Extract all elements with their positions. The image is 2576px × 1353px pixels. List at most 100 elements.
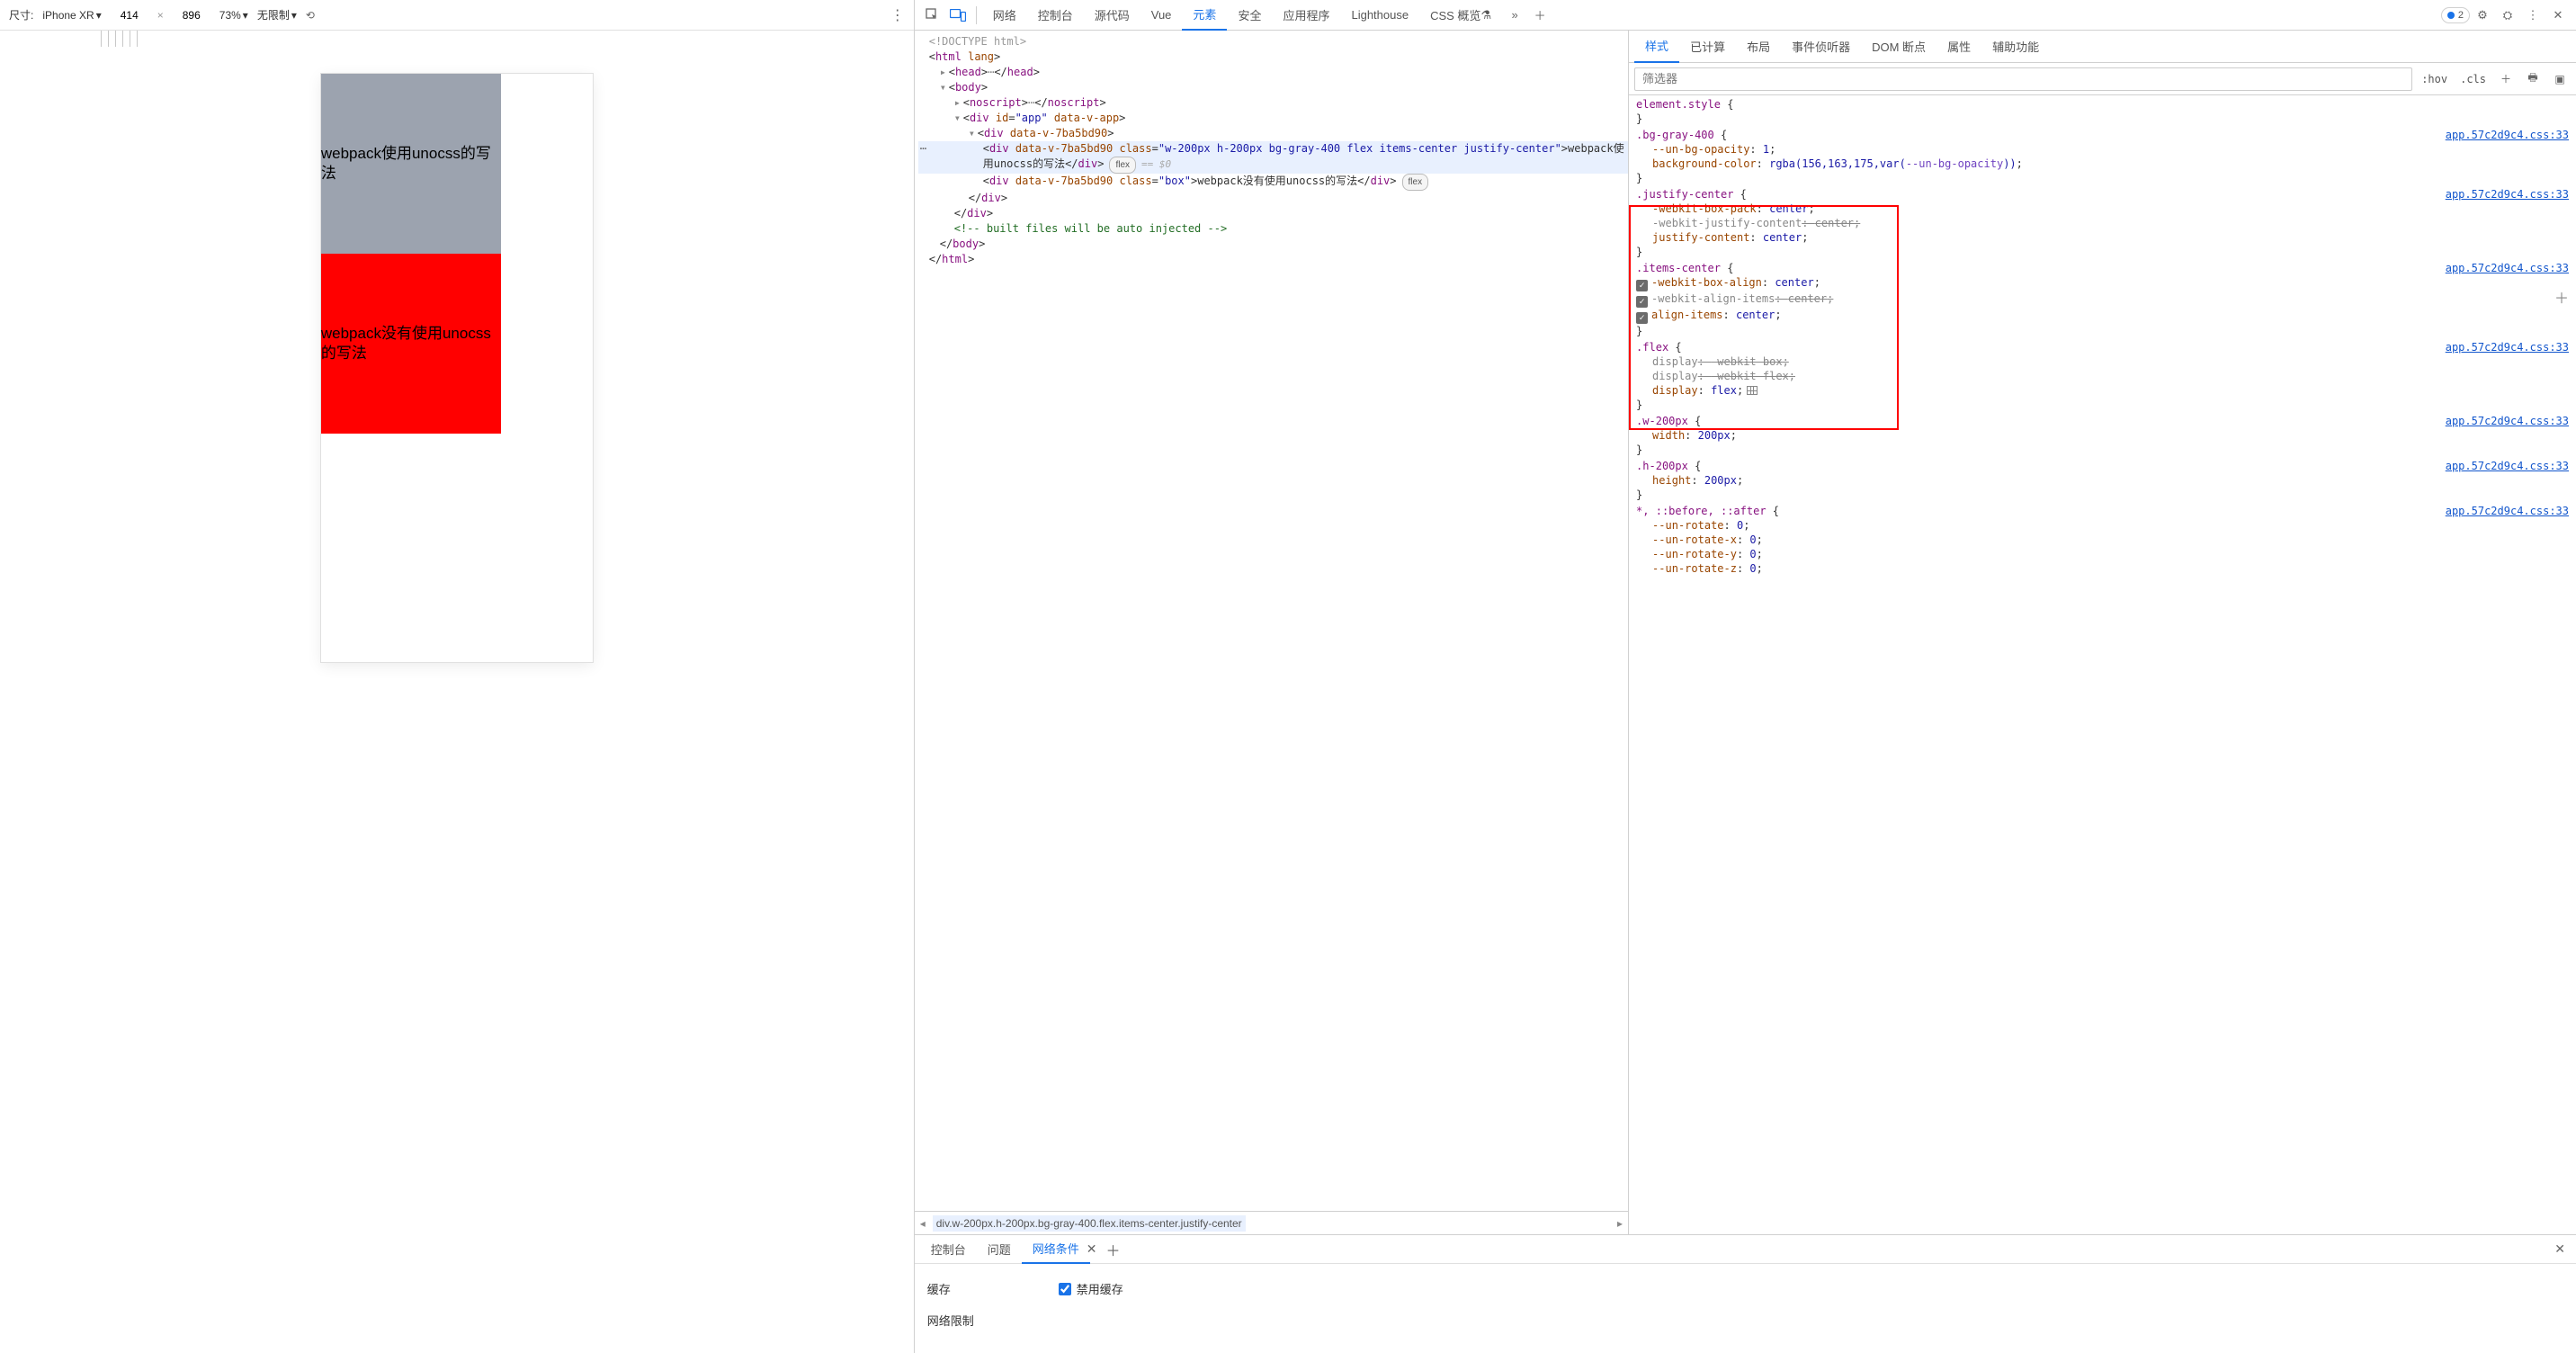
add-drawer-tab-icon[interactable]: ＋ — [1097, 1239, 1130, 1260]
disable-cache-checkbox[interactable]: 禁用缓存 — [1059, 1280, 1123, 1297]
tab-vue[interactable]: Vue — [1140, 0, 1183, 31]
throttle-label: 网络限制 — [927, 1312, 974, 1329]
tab-lighthouse[interactable]: Lighthouse — [1340, 0, 1419, 31]
styles-filter-row: :hov .cls ＋ 🖶 ▣ — [1629, 63, 2576, 95]
settings-2-icon[interactable]: ⛭ — [2495, 3, 2520, 28]
eq0: == $0 — [1141, 158, 1171, 170]
stab-properties[interactable]: 属性 — [1936, 31, 1981, 63]
app-div[interactable]: ▾<div id="app" data-v-app> — [918, 111, 1628, 126]
width-input[interactable] — [111, 9, 148, 22]
drawer-tab-issues[interactable]: 问题 — [977, 1235, 1022, 1264]
drawer-body: 缓存 禁用缓存 网络限制 — [915, 1264, 2576, 1353]
drawer-tab-console[interactable]: 控制台 — [920, 1235, 977, 1264]
inspect-icon[interactable] — [920, 3, 945, 28]
rotate-icon[interactable]: ⟲ — [306, 9, 315, 22]
hov-toggle[interactable]: :hov — [2418, 73, 2451, 85]
tab-elements[interactable]: 元素 — [1182, 0, 1227, 31]
html-close[interactable]: </html> — [918, 252, 1628, 267]
styles-subtabs: 样式 已计算 布局 事件侦听器 DOM 断点 属性 辅助功能 — [1629, 31, 2576, 63]
src-link[interactable]: app.57c2d9c4.css:33 — [2446, 459, 2569, 473]
computed-toggle-icon[interactable]: ▣ — [2549, 68, 2571, 90]
close-drawer-icon[interactable]: ✕ — [2554, 1241, 2565, 1257]
app-div-close[interactable]: </div> — [918, 206, 1628, 221]
device-select[interactable]: iPhone XR ▾ — [42, 9, 101, 22]
height-input[interactable] — [173, 9, 210, 22]
red-box: webpack没有使用unocss的写法 — [321, 254, 501, 434]
red-box-text: webpack没有使用unocss的写法 — [321, 324, 501, 363]
print-icon[interactable]: 🖶 — [2522, 68, 2544, 90]
chevron-right-icon[interactable]: ▸ — [1617, 1217, 1623, 1230]
html-open[interactable]: <html lang> — [918, 49, 1628, 65]
device-toolbar: 尺寸: iPhone XR ▾ × 73% ▾ 无限制 ▾ ⟲ ⋮ — [0, 0, 914, 31]
gray-box: webpack使用unocss的写法 — [321, 74, 501, 254]
flex-editor-icon[interactable] — [1747, 386, 1758, 395]
times-icon: × — [157, 9, 164, 22]
rule-items-center[interactable]: app.57c2d9c4.css:33 .items-center { ✓-we… — [1636, 261, 2569, 338]
rule-flex[interactable]: app.57c2d9c4.css:33 .flex { display: -we… — [1636, 340, 2569, 412]
stab-listeners[interactable]: 事件侦听器 — [1781, 31, 1861, 63]
box2-node[interactable]: <div data-v-7ba5bd90 class="box">webpack… — [918, 174, 1628, 191]
inner-div-close[interactable]: </div> — [918, 191, 1628, 206]
checkbox-icon[interactable]: ✓ — [1636, 280, 1648, 291]
inner-div[interactable]: ▾<div data-v-7ba5bd90> — [918, 126, 1628, 141]
flex-pill[interactable]: flex — [1109, 157, 1136, 174]
rule-justify-center[interactable]: app.57c2d9c4.css:33 .justify-center { -w… — [1636, 187, 2569, 259]
rule-bg-gray[interactable]: app.57c2d9c4.css:33 .bg-gray-400 { --un-… — [1636, 128, 2569, 185]
dom-tree[interactable]: <!DOCTYPE html> <html lang> ▸<head>⋯</he… — [915, 31, 1628, 1211]
zoom-select[interactable]: 73% ▾ — [219, 9, 248, 22]
breadcrumb-selected[interactable]: div.w-200px.h-200px.bg-gray-400.flex.ite… — [933, 1215, 1246, 1232]
rule-element-style[interactable]: element.style { } — [1636, 97, 2569, 126]
src-link[interactable]: app.57c2d9c4.css:33 — [2446, 187, 2569, 202]
close-tab-icon[interactable]: ✕ — [1087, 1241, 1097, 1257]
size-label: 尺寸: — [9, 7, 33, 22]
info-dot-icon — [2447, 12, 2455, 19]
issues-pill[interactable]: 2 — [2441, 7, 2470, 23]
rule-w200[interactable]: app.57c2d9c4.css:33 .w-200px { width: 20… — [1636, 414, 2569, 457]
chevron-left-icon[interactable]: ◂ — [920, 1217, 926, 1230]
tab-application[interactable]: 应用程序 — [1272, 0, 1340, 31]
stab-layout[interactable]: 布局 — [1736, 31, 1781, 63]
stab-styles[interactable]: 样式 — [1634, 31, 1679, 63]
add-prop-icon[interactable]: ＋ — [2554, 291, 2569, 306]
flex-pill[interactable]: flex — [1402, 174, 1429, 191]
tab-css-overview[interactable]: CSS 概览 ⚗ — [1419, 0, 1502, 31]
src-link[interactable]: app.57c2d9c4.css:33 — [2446, 414, 2569, 428]
throttle-select[interactable]: 无限制 ▾ — [257, 7, 297, 22]
close-icon[interactable]: ✕ — [2545, 3, 2571, 28]
styles-filter-input[interactable] — [1634, 67, 2412, 91]
stab-a11y[interactable]: 辅助功能 — [1981, 31, 2050, 63]
kebab-icon[interactable]: ⋮ — [890, 6, 905, 24]
src-link[interactable]: app.57c2d9c4.css:33 — [2446, 340, 2569, 354]
drawer-tab-network[interactable]: 网络条件 — [1022, 1235, 1090, 1264]
breadcrumb[interactable]: ◂ div.w-200px.h-200px.bg-gray-400.flex.i… — [915, 1211, 1628, 1234]
kebab-icon[interactable]: ⋮ — [2520, 3, 2545, 28]
checkbox-icon[interactable]: ✓ — [1636, 312, 1648, 324]
rule-h200[interactable]: app.57c2d9c4.css:33 .h-200px { height: 2… — [1636, 459, 2569, 502]
src-link[interactable]: app.57c2d9c4.css:33 — [2446, 128, 2569, 142]
tab-sources[interactable]: 源代码 — [1084, 0, 1140, 31]
stab-computed[interactable]: 已计算 — [1679, 31, 1736, 63]
tab-console[interactable]: 控制台 — [1027, 0, 1084, 31]
add-rule-icon[interactable]: ＋ — [2495, 68, 2517, 90]
comment-node[interactable]: <!-- built files will be auto injected -… — [918, 221, 1628, 237]
beaker-icon: ⚗ — [1480, 8, 1491, 22]
checkbox-icon[interactable]: ✓ — [1636, 296, 1648, 308]
more-tabs-icon[interactable]: » — [1502, 3, 1527, 28]
tab-network[interactable]: 网络 — [982, 0, 1027, 31]
body-open[interactable]: ▾<body> — [918, 80, 1628, 95]
noscript-node[interactable]: ▸<noscript>⋯</noscript> — [918, 95, 1628, 111]
head-node[interactable]: ▸<head>⋯</head> — [918, 65, 1628, 80]
selected-node[interactable]: <div data-v-7ba5bd90 class="w-200px h-20… — [918, 141, 1628, 174]
rule-star[interactable]: app.57c2d9c4.css:33 *, ::before, ::after… — [1636, 504, 2569, 576]
src-link[interactable]: app.57c2d9c4.css:33 — [2446, 261, 2569, 275]
src-link[interactable]: app.57c2d9c4.css:33 — [2446, 504, 2569, 518]
device-mode-icon[interactable] — [945, 3, 970, 28]
tab-security[interactable]: 安全 — [1227, 0, 1272, 31]
cls-toggle[interactable]: .cls — [2456, 73, 2490, 85]
stab-dombreak[interactable]: DOM 断点 — [1861, 31, 1936, 63]
settings-gear-icon[interactable]: ⚙ — [2470, 3, 2495, 28]
add-tab-icon[interactable]: ＋ — [1527, 3, 1552, 28]
chevron-down-icon: ▾ — [243, 9, 248, 22]
styles-body[interactable]: element.style { } app.57c2d9c4.css:33 .b… — [1629, 95, 2576, 1234]
body-close[interactable]: </body> — [918, 237, 1628, 252]
